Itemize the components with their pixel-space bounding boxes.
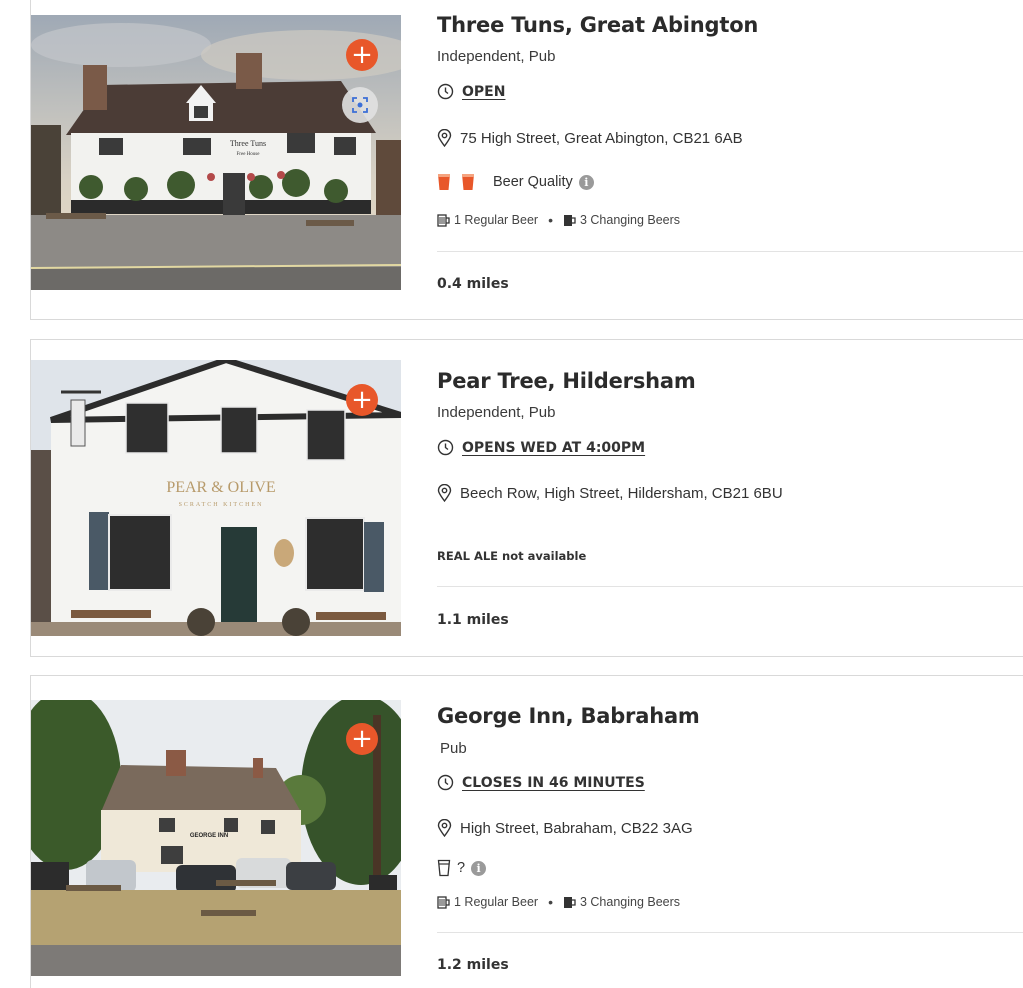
clock-icon: [437, 774, 454, 791]
pub-address-text: Beech Row, High Street, Hildersham, CB21…: [460, 484, 783, 502]
opening-status[interactable]: OPEN: [437, 83, 505, 100]
changing-beer-count: 3 Changing Beers: [579, 895, 681, 909]
separator-dot: •: [548, 894, 553, 910]
info-icon[interactable]: i: [578, 174, 594, 190]
handpump-icon: [437, 895, 450, 909]
pub-info: Three Tuns, Great Abington Independent, …: [437, 0, 1023, 321]
info-icon[interactable]: i: [471, 860, 487, 876]
plus-icon: +: [351, 385, 373, 415]
handpump-icon: [437, 213, 450, 227]
lens-icon: [352, 97, 368, 113]
pub-name[interactable]: Pear Tree, Hildersham: [437, 369, 696, 393]
pint-icon: [462, 174, 474, 190]
pint-icon: [437, 859, 451, 877]
changing-beer-count: 3 Changing Beers: [579, 213, 681, 227]
opening-status-text[interactable]: CLOSES IN 46 MINUTES: [462, 775, 645, 791]
beer-quality-unknown: ?: [457, 860, 466, 876]
pub-address-text: 75 High Street, Great Abington, CB21 6AB: [460, 129, 743, 147]
pub-card[interactable]: Three Tuns Free House + Three Tuns, Grea…: [30, 0, 1023, 320]
handpump-icon: [563, 214, 576, 226]
pub-photo[interactable]: PEAR & OLIVE SCRATCH KITCHEN +: [31, 360, 401, 636]
map-pin-icon: [437, 129, 452, 147]
photo-sign-text: PEAR & OLIVE: [166, 479, 275, 496]
pub-address: 75 High Street, Great Abington, CB21 6AB: [437, 129, 743, 147]
pub-card[interactable]: GEORGE INN + George Inn, Babraham Pub CL…: [30, 675, 1023, 988]
distance: 1.2 miles: [437, 957, 509, 973]
beer-counts: 1 Regular Beer • 3 Changing Beers: [437, 894, 680, 910]
pub-type: Independent, Pub: [437, 404, 556, 421]
pub-info: Pear Tree, Hildersham Independent, Pub O…: [437, 340, 1023, 658]
pub-info: George Inn, Babraham Pub CLOSES IN 46 MI…: [437, 676, 1023, 988]
map-pin-icon: [437, 484, 452, 502]
plus-icon: +: [351, 724, 373, 754]
photo-sign-text: SCRATCH KITCHEN: [179, 502, 264, 508]
divider: [437, 251, 1023, 252]
clock-icon: [437, 439, 454, 456]
beer-quality-label: Beer Quality: [493, 174, 573, 190]
add-to-list-button[interactable]: +: [346, 39, 378, 71]
beer-quality: Beer Quality i: [437, 173, 594, 191]
pub-name[interactable]: George Inn, Babraham: [437, 704, 700, 728]
distance: 0.4 miles: [437, 276, 509, 292]
regular-beer-count: 1 Regular Beer: [454, 213, 539, 227]
pub-address: High Street, Babraham, CB22 3AG: [437, 819, 693, 837]
separator-dot: •: [548, 212, 553, 228]
pub-address: Beech Row, High Street, Hildersham, CB21…: [437, 484, 783, 502]
beer-counts: 1 Regular Beer • 3 Changing Beers: [437, 212, 680, 228]
opening-status[interactable]: OPENS WED AT 4:00PM: [437, 439, 645, 456]
pint-icon: [438, 174, 450, 190]
opening-status-text[interactable]: OPENS WED AT 4:00PM: [462, 440, 645, 456]
regular-beer-count: 1 Regular Beer: [454, 895, 539, 909]
pub-photo[interactable]: GEORGE INN +: [31, 700, 401, 976]
pub-name[interactable]: Three Tuns, Great Abington: [437, 13, 758, 37]
photo-sign-text: Free House: [237, 152, 261, 157]
pub-card[interactable]: PEAR & OLIVE SCRATCH KITCHEN + Pear Tree…: [30, 339, 1023, 657]
divider: [437, 932, 1023, 933]
distance: 1.1 miles: [437, 612, 509, 628]
beer-quality: ? i: [437, 859, 487, 877]
pub-type: Independent, Pub: [437, 48, 556, 65]
opening-status[interactable]: CLOSES IN 46 MINUTES: [437, 774, 645, 791]
pub-photo[interactable]: Three Tuns Free House +: [31, 15, 401, 290]
photo-sign-text: GEORGE INN: [190, 833, 228, 839]
add-to-list-button[interactable]: +: [346, 723, 378, 755]
opening-status-text[interactable]: OPEN: [462, 84, 505, 100]
real-ale-note: REAL ALE not available: [437, 549, 587, 563]
photo-sign-text: Three Tuns: [230, 139, 266, 148]
clock-icon: [437, 83, 454, 100]
handpump-icon: [563, 896, 576, 908]
pub-type: Pub: [440, 740, 467, 757]
pub-address-text: High Street, Babraham, CB22 3AG: [460, 819, 693, 837]
map-pin-icon: [437, 819, 452, 837]
divider: [437, 586, 1023, 587]
add-to-list-button[interactable]: +: [346, 384, 378, 416]
plus-icon: +: [351, 40, 373, 70]
lens-button[interactable]: [342, 87, 378, 123]
